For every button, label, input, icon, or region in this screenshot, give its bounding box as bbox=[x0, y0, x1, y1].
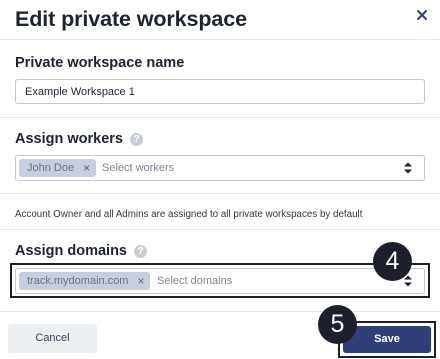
domains-select[interactable]: track.mydomain.com × Select domains bbox=[15, 268, 425, 294]
worker-chip-label: John Doe bbox=[27, 162, 75, 174]
assign-workers-label: Assign workers? bbox=[15, 131, 143, 147]
domains-placeholder: Select domains bbox=[157, 275, 233, 287]
footer-divider bbox=[0, 311, 440, 312]
step-marker-5: 5 bbox=[318, 305, 357, 344]
updown-arrows-icon bbox=[404, 162, 412, 174]
close-icon[interactable] bbox=[414, 7, 432, 25]
workers-placeholder: Select workers bbox=[102, 162, 175, 174]
help-icon[interactable]: ? bbox=[134, 245, 147, 258]
admins-note: Account Owner and all Admins are assigne… bbox=[15, 209, 363, 220]
assign-domains-label-text: Assign domains bbox=[15, 243, 127, 259]
help-icon[interactable]: ? bbox=[130, 133, 143, 146]
section-divider bbox=[0, 229, 440, 230]
dialog-title: Edit private workspace bbox=[15, 7, 248, 31]
cancel-button[interactable]: Cancel bbox=[8, 324, 97, 353]
remove-chip-icon[interactable]: × bbox=[83, 159, 90, 177]
domain-chip: track.mydomain.com × bbox=[19, 272, 151, 290]
section-divider bbox=[0, 193, 440, 194]
section-divider bbox=[0, 117, 440, 118]
assign-workers-label-text: Assign workers bbox=[15, 131, 123, 147]
workers-select[interactable]: John Doe × Select workers bbox=[15, 155, 425, 181]
workspace-name-input[interactable] bbox=[15, 79, 425, 104]
step-marker-4: 4 bbox=[373, 242, 412, 281]
assign-domains-label: Assign domains? bbox=[15, 243, 147, 259]
remove-chip-icon[interactable]: × bbox=[137, 272, 144, 290]
edit-workspace-dialog: Edit private workspace Private workspace… bbox=[0, 0, 440, 359]
domain-chip-label: track.mydomain.com bbox=[27, 275, 129, 287]
header-divider bbox=[0, 39, 440, 40]
workspace-name-label: Private workspace name bbox=[15, 55, 185, 71]
worker-chip: John Doe × bbox=[19, 159, 97, 177]
